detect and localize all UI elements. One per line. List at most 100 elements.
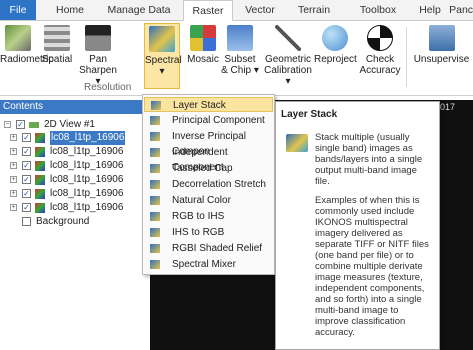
- subset-icon: [227, 25, 253, 51]
- spectral-tool-icon: [150, 228, 160, 237]
- tab-file[interactable]: File: [0, 0, 36, 20]
- ribbon-tab-bar: File Home Manage Data Raster Vector Terr…: [0, 0, 473, 21]
- spectral-dropdown-menu: Layer Stack Principal Component Inverse …: [142, 94, 275, 275]
- spectral-label: Spectral: [145, 55, 182, 66]
- tree-layer-row[interactable]: + ✓ lc08_l1tp_16906: [0, 131, 150, 145]
- tab-terrain[interactable]: Terrain: [289, 0, 339, 20]
- menu-item-principal-component[interactable]: Principal Component: [144, 113, 273, 128]
- map-tab-fragment[interactable]: 017: [440, 102, 455, 112]
- radiometric-button[interactable]: Radiometric: [0, 23, 54, 89]
- reproject-button[interactable]: Reproject: [314, 23, 357, 89]
- radiometric-icon: [5, 25, 31, 51]
- tab-panchromatic[interactable]: Panch: [449, 0, 473, 20]
- layer-label: lc08_l1tp_16906: [50, 160, 124, 171]
- background-checkbox[interactable]: [22, 217, 31, 226]
- expand-icon[interactable]: +: [10, 176, 17, 183]
- ribbon-separator: [406, 27, 407, 87]
- pan-sharpen-button[interactable]: Pan Sharpen ▾: [76, 23, 120, 89]
- menu-item-decorrelation-stretch[interactable]: Decorrelation Stretch: [144, 177, 273, 192]
- contents-tree: − ✓ 2D View #1 + ✓ lc08_l1tp_16906 + ✓ l…: [0, 114, 150, 350]
- subset-chip-button[interactable]: Subset & Chip ▾: [220, 23, 260, 89]
- layer-checkbox[interactable]: ✓: [22, 189, 31, 198]
- tab-vector[interactable]: Vector: [237, 0, 283, 20]
- radiometric-label: Radiometric: [0, 54, 54, 65]
- layer-checkbox[interactable]: ✓: [22, 203, 31, 212]
- spectral-tool-icon: [150, 148, 160, 157]
- spectral-button[interactable]: Spectral ▾: [144, 23, 182, 89]
- menu-item-rgbi-shaded-relief[interactable]: RGBI Shaded Relief: [144, 241, 273, 256]
- tab-raster[interactable]: Raster: [183, 0, 233, 21]
- layer-checkbox[interactable]: ✓: [22, 161, 31, 170]
- tree-layer-row[interactable]: + ✓ lc08_l1tp_16906: [0, 145, 150, 159]
- menu-item-layer-stack[interactable]: Layer Stack: [144, 97, 273, 112]
- menu-item-natural-color[interactable]: Natural Color: [144, 193, 273, 208]
- spectral-tool-icon: [150, 196, 160, 205]
- ribbon: Radiometric Spatial Pan Sharpen ▾ Spectr…: [0, 21, 473, 96]
- layer-checkbox[interactable]: ✓: [22, 133, 31, 142]
- tooltip-title: Layer Stack: [281, 109, 338, 120]
- expand-icon[interactable]: +: [10, 204, 17, 211]
- menu-item-spectral-mixer[interactable]: Spectral Mixer: [144, 257, 273, 272]
- raster-layer-icon: [35, 147, 45, 157]
- background-label: Background: [36, 216, 90, 227]
- tooltip-description: Stack multiple (usually single band) ima…: [315, 132, 423, 187]
- spectral-tool-icon: [150, 180, 160, 189]
- tab-home[interactable]: Home: [48, 0, 92, 20]
- target-icon: [367, 25, 393, 51]
- mosaic-button[interactable]: Mosaic: [186, 23, 220, 89]
- layer-stack-tooltip: Layer Stack Stack multiple (usually sing…: [275, 101, 440, 350]
- raster-layer-icon: [35, 203, 45, 213]
- compass-icon: [275, 25, 301, 51]
- menu-item-rgb-to-ihs[interactable]: RGB to IHS: [144, 209, 273, 224]
- check-accuracy-button[interactable]: Check Accuracy: [358, 23, 402, 89]
- view-label: 2D View #1: [44, 119, 95, 130]
- layer-label: lc08_l1tp_16906: [50, 188, 124, 199]
- tab-toolbox[interactable]: Toolbox: [352, 0, 404, 20]
- collapse-icon[interactable]: −: [4, 121, 11, 128]
- classification-icon: [428, 25, 455, 51]
- geometric-calibration-button[interactable]: Geometric Calibration ▾: [262, 23, 314, 89]
- contents-pane-header: Contents: [0, 100, 150, 114]
- expand-icon[interactable]: +: [10, 148, 17, 155]
- spectral-label-2: ▾: [159, 66, 165, 77]
- spatial-icon: [44, 25, 70, 51]
- pan-sharpen-icon: [85, 25, 111, 51]
- unsupervised-button[interactable]: Unsupervise: [410, 23, 473, 89]
- tooltip-examples: Examples of when this is commonly used i…: [315, 195, 429, 338]
- layer-checkbox[interactable]: ✓: [22, 175, 31, 184]
- tab-manage-data[interactable]: Manage Data: [103, 0, 175, 20]
- spectral-tool-icon: [150, 212, 160, 221]
- check-label-2: Accuracy: [359, 65, 401, 76]
- globe-icon: [322, 25, 348, 51]
- tree-layer-row[interactable]: + ✓ lc08_l1tp_16906: [0, 159, 150, 173]
- tree-background-row[interactable]: Background: [0, 215, 150, 229]
- subset-label: Subset: [224, 54, 256, 65]
- layer-label: lc08_l1tp_16906: [50, 174, 124, 185]
- tree-layer-row[interactable]: + ✓ lc08_l1tp_16906: [0, 187, 150, 201]
- contents-title: Contents: [3, 101, 44, 112]
- expand-icon[interactable]: +: [10, 134, 17, 141]
- view-icon: [29, 122, 39, 128]
- layer-checkbox[interactable]: ✓: [22, 147, 31, 156]
- geometric-label-2: Calibration ▾: [264, 65, 312, 87]
- raster-layer-icon: [35, 161, 45, 171]
- group-label-resolution: Resolution: [84, 82, 132, 93]
- mosaic-label: Mosaic: [187, 54, 219, 65]
- spectral-tool-icon: [150, 132, 160, 141]
- menu-item-independent-component[interactable]: Independent Component: [144, 145, 273, 173]
- tree-layer-row[interactable]: + ✓ lc08_l1tp_16906: [0, 201, 150, 215]
- expand-icon[interactable]: +: [10, 190, 17, 197]
- raster-layer-icon: [35, 189, 45, 199]
- tab-help[interactable]: Help: [412, 0, 448, 20]
- view-checkbox[interactable]: ✓: [16, 120, 25, 129]
- menu-item-inverse-principal-component[interactable]: Inverse Principal Compon: [144, 129, 273, 157]
- menu-item-ihs-to-rgb[interactable]: IHS to RGB: [144, 225, 273, 240]
- spatial-label: Spatial: [41, 54, 73, 65]
- reproject-label: Reproject: [314, 54, 357, 65]
- pan-sharpen-label: Pan: [89, 54, 107, 65]
- tree-layer-row[interactable]: + ✓ lc08_l1tp_16906: [0, 173, 150, 187]
- spatial-button[interactable]: Spatial: [40, 23, 74, 89]
- menu-item-tasseled-cap[interactable]: Tasseled Cap: [144, 161, 273, 176]
- expand-icon[interactable]: +: [10, 162, 17, 169]
- tree-view-row[interactable]: − ✓ 2D View #1: [0, 118, 150, 132]
